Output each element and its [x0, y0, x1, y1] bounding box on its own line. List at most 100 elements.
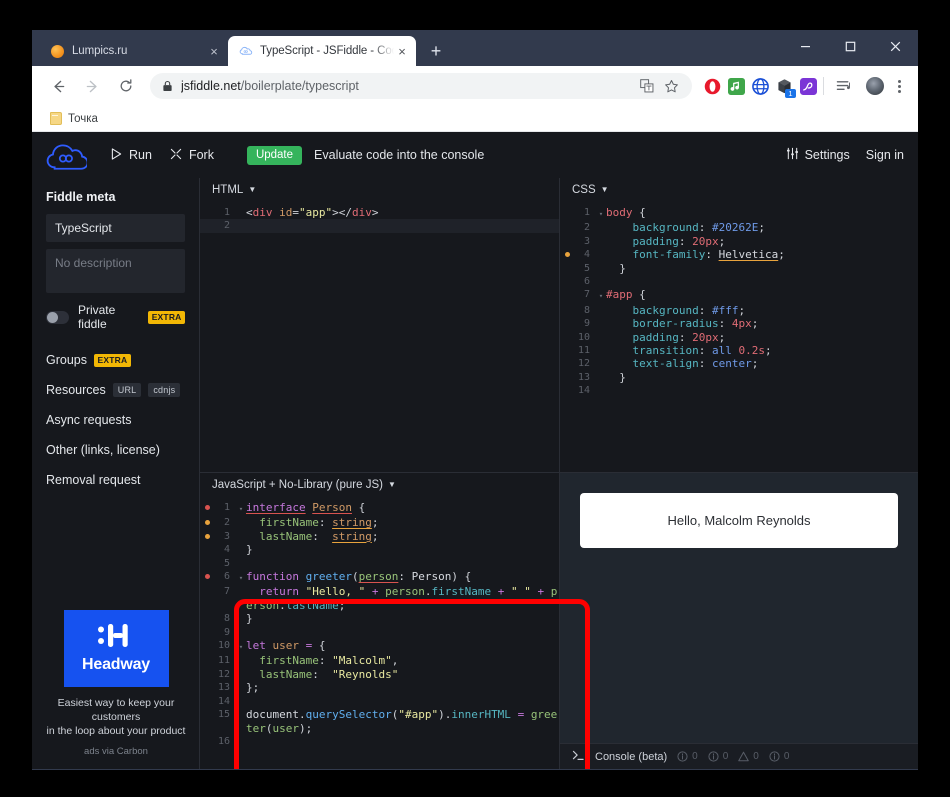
line-number: 12: [217, 668, 230, 680]
ad-copy-line1: Easiest way to keep your customers: [57, 697, 175, 723]
code-line: 10 ▾ let user = {: [200, 639, 559, 654]
fork-button[interactable]: Fork: [161, 143, 223, 168]
sidebar-item-groups[interactable]: Groups EXTRA: [46, 353, 185, 367]
tab-close-icon[interactable]: ×: [394, 43, 410, 59]
address-bar[interactable]: jsfiddle.net/boilerplate/typescript: [150, 73, 692, 99]
private-fiddle-row[interactable]: Private fiddle EXTRA: [46, 303, 185, 331]
headway-ad-image[interactable]: Headway: [63, 610, 169, 687]
html-editor[interactable]: 1 <div id="app"></div> 2: [200, 202, 559, 233]
private-fiddle-toggle[interactable]: [46, 310, 69, 324]
resources-cdnjs-chip[interactable]: cdnjs: [148, 383, 181, 397]
globe-extension-icon[interactable]: [752, 77, 769, 95]
line-number: 13: [577, 371, 590, 383]
sidebar-item-async-requests[interactable]: Async requests: [46, 413, 185, 427]
code-line: 16: [200, 735, 559, 748]
fold-arrow-icon[interactable]: ▾: [236, 501, 246, 516]
maximize-icon[interactable]: [828, 30, 873, 63]
tab-close-icon[interactable]: ×: [206, 43, 222, 59]
code-line: 6 ▾ function greeter(person: Person) {: [200, 570, 559, 585]
fold-arrow-icon[interactable]: ▾: [596, 206, 606, 221]
gutter-spacer: [560, 206, 574, 210]
css-editor[interactable]: 1 ▾ body {2 background: #20262E; 3 padding:…: [560, 202, 918, 398]
reload-icon[interactable]: [112, 72, 140, 100]
music-extension-icon[interactable]: [728, 77, 745, 95]
chevron-down-icon[interactable]: ▼: [248, 185, 256, 194]
media-list-icon[interactable]: [830, 72, 858, 100]
code-line: 4}: [200, 543, 559, 556]
line-number: 6: [583, 276, 590, 288]
headway-brand: Headway: [82, 656, 150, 673]
console-stat-warnings[interactable]: 0: [738, 751, 759, 762]
update-button[interactable]: Update: [246, 145, 303, 165]
chevron-down-icon[interactable]: ▼: [388, 480, 396, 489]
console-stat-info-2[interactable]: 0: [708, 751, 728, 762]
sidebar-item-resources[interactable]: Resources URL cdnjs: [46, 383, 185, 397]
fiddle-description-input[interactable]: No description: [46, 249, 185, 293]
bookmark-item[interactable]: Точка: [44, 110, 104, 127]
code-line: 11 transition: all 0.2s;: [560, 344, 918, 357]
chevron-down-icon[interactable]: ▼: [601, 185, 609, 194]
run-button[interactable]: Run: [102, 143, 161, 168]
screenshot-root: Lumpics.ru × TypeScript - JSFiddle - Cod…: [0, 0, 950, 797]
star-icon[interactable]: [660, 75, 682, 97]
css-panel: CSS ▼ 1 ▾ body {2 background: #20262E; 3 pa…: [560, 178, 918, 473]
javascript-editor[interactable]: 1 ▾ interface Person {2 firstName: string;…: [200, 497, 559, 748]
console-stat-errors[interactable]: 0: [769, 751, 789, 762]
fold-arrow-icon[interactable]: ▾: [236, 570, 246, 585]
gutter-spacer: [200, 695, 214, 699]
kebab-menu-icon[interactable]: [888, 75, 910, 97]
carbon-ad[interactable]: Headway Easiest way to keep your custome…: [46, 610, 186, 757]
cube-extension-icon[interactable]: 1: [776, 78, 796, 98]
profile-avatar[interactable]: [866, 77, 884, 95]
resources-url-chip[interactable]: URL: [112, 383, 142, 397]
extra-badge: EXTRA: [148, 310, 185, 324]
fold-arrow-icon[interactable]: ▾: [596, 288, 606, 303]
sidebar-item-other[interactable]: Other (links, license): [46, 443, 185, 457]
browser-tab-jsfiddle[interactable]: TypeScript - JSFiddle - Code Play ×: [228, 36, 416, 66]
purple-extension-icon[interactable]: [800, 77, 817, 95]
folder-icon: [50, 112, 62, 125]
ad-attribution: ads via Carbon: [84, 746, 148, 757]
back-arrow-icon[interactable]: [44, 72, 72, 100]
extra-badge: EXTRA: [94, 353, 131, 367]
minimize-icon[interactable]: [783, 30, 828, 63]
sidebar-title: Fiddle meta: [46, 190, 116, 204]
settings-button[interactable]: Settings: [786, 147, 850, 163]
omnibox-actions: [636, 75, 682, 97]
translate-icon[interactable]: [636, 75, 658, 97]
lint-marker-icon: [200, 530, 214, 539]
gutter-spacer: [560, 235, 574, 239]
console-stat-info-1[interactable]: 0: [677, 751, 698, 762]
gutter-spacer: [200, 681, 214, 685]
code-text: font-family: Helvetica;: [606, 248, 785, 262]
code-line: 1 <div id="app"></div>: [200, 206, 559, 219]
code-text: return "Hello, " + person.firstName + " …: [246, 585, 558, 612]
html-panel-header[interactable]: HTML ▼: [200, 178, 559, 202]
jsfiddle-logo[interactable]: [32, 140, 100, 170]
javascript-panel-header[interactable]: JavaScript + No-Library (pure JS) ▼: [200, 473, 559, 497]
html-panel-title: HTML: [212, 184, 244, 196]
console-bar[interactable]: Console (beta) 0 0 0 0: [560, 743, 918, 769]
signin-button[interactable]: Sign in: [866, 148, 904, 162]
code-text: text-align: center;: [606, 357, 759, 371]
opera-extension-icon[interactable]: [704, 78, 721, 95]
gutter-spacer: [200, 668, 214, 672]
close-icon[interactable]: [873, 30, 918, 63]
gutter-spacer: [200, 735, 214, 739]
code-line: 3 lastName: string;: [200, 530, 559, 543]
new-tab-button[interactable]: +: [422, 37, 450, 65]
code-text: }: [606, 261, 626, 275]
css-panel-header[interactable]: CSS ▼: [560, 178, 918, 202]
line-number: 14: [577, 385, 590, 397]
fold-arrow-icon[interactable]: ▾: [236, 639, 246, 654]
gutter-spacer: [200, 708, 214, 712]
code-line: 1 ▾ body {: [560, 206, 918, 221]
sidebar-item-removal-request[interactable]: Removal request: [46, 473, 185, 487]
browser-tab-lumpics[interactable]: Lumpics.ru ×: [40, 36, 228, 66]
fiddle-title-input[interactable]: TypeScript: [46, 214, 185, 242]
